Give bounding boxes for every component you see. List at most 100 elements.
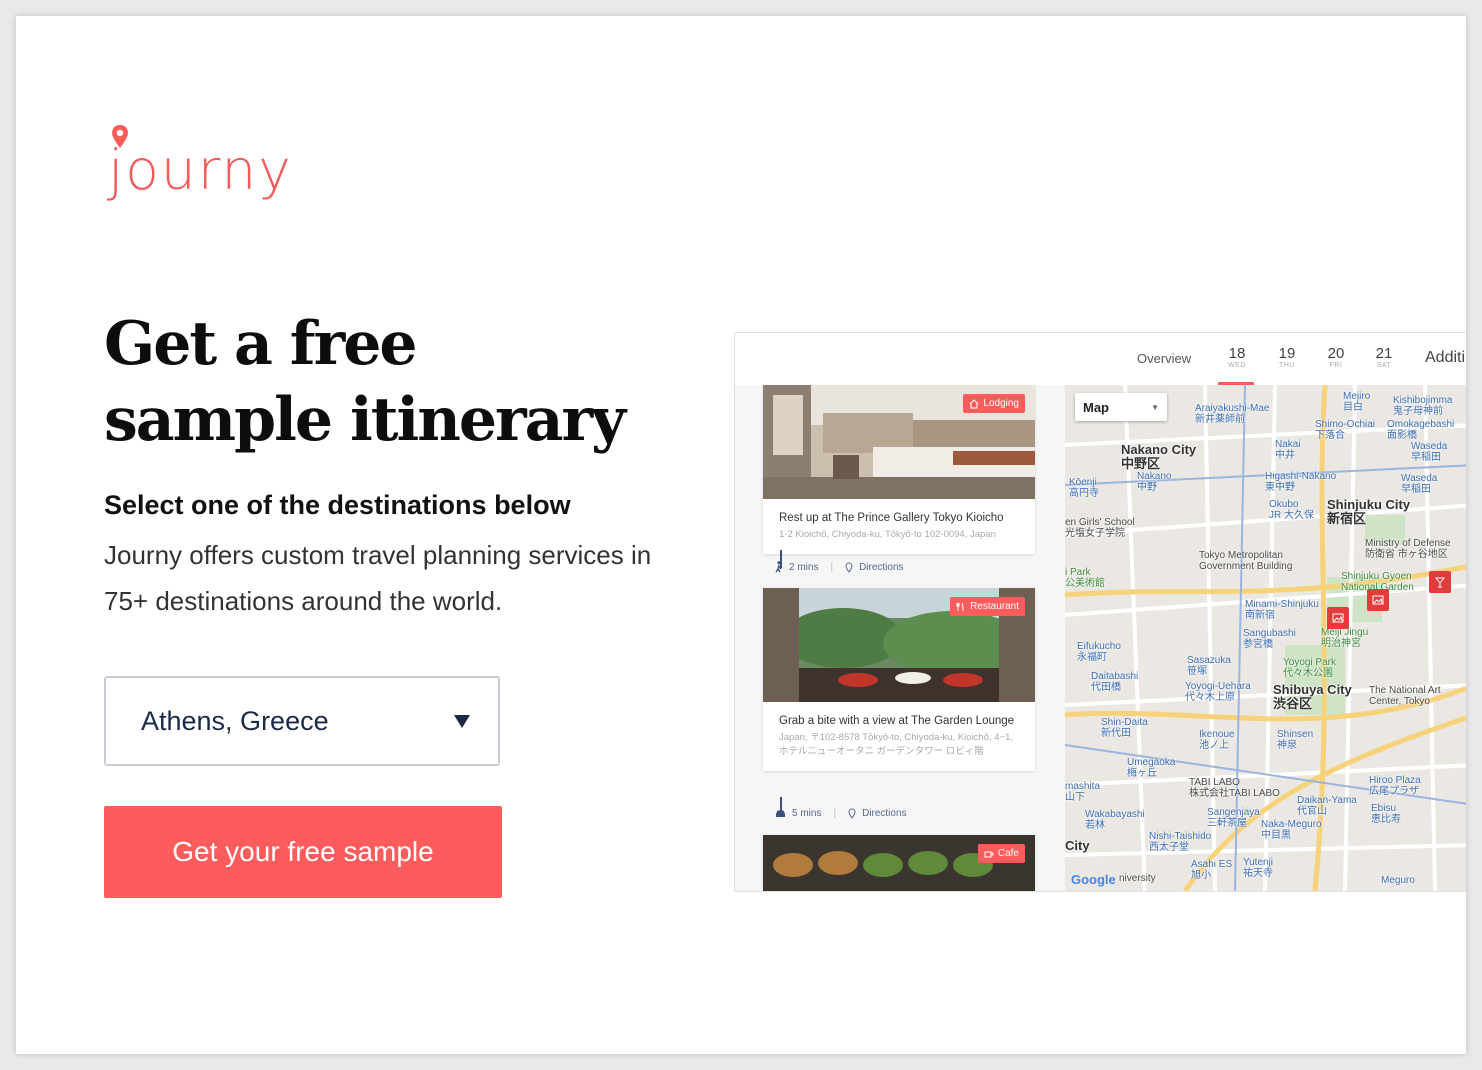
subheading: Select one of the destinations below — [104, 490, 571, 520]
itinerary-card-cafe[interactable]: Cafe — [763, 835, 1035, 891]
caret-down-icon — [454, 714, 470, 728]
map-label: Shibuya City 渋谷区 — [1273, 682, 1352, 711]
transit-row: 5 mins | Directions — [775, 808, 907, 819]
itinerary-card-restaurant[interactable]: Restaurant Grab a bite with a view at Th… — [763, 588, 1035, 771]
get-free-sample-button[interactable]: Get your free sample — [104, 806, 502, 898]
image-icon — [1372, 595, 1384, 605]
badge-label: Cafe — [997, 848, 1019, 859]
map-label: en Girls' School 光塩女子学院 — [1065, 517, 1135, 539]
cocktail-icon — [1434, 577, 1446, 588]
category-badge: Cafe — [977, 844, 1025, 863]
transit-time: 2 mins — [789, 561, 819, 573]
map-pin-icon — [845, 561, 853, 573]
map-label: Kōenji 高円寺 — [1069, 477, 1099, 499]
itinerary-preview: Overview 18 WED 19 THU 20 FRI 21 SAT Add… — [734, 332, 1466, 892]
map-marker-restaurant[interactable] — [1327, 607, 1349, 629]
map-label: Asahi ES 旭小 — [1191, 859, 1233, 881]
map-label: Minami-Shinjuku 南新宿 — [1245, 599, 1319, 621]
day-of-week: FRI — [1329, 362, 1343, 369]
map-label: Shin-Daita 新代田 — [1101, 717, 1148, 739]
journy-logo[interactable]: journy — [108, 122, 308, 222]
day-of-week: WED — [1228, 362, 1246, 369]
preview-tabbar: Overview 18 WED 19 THU 20 FRI 21 SAT Add… — [735, 333, 1466, 386]
map-label: Sangenjaya 三軒茶屋 — [1207, 807, 1260, 829]
home-icon — [970, 398, 979, 408]
day-of-week: THU — [1279, 362, 1295, 369]
logo-wordmark: journy — [108, 138, 293, 202]
map-label: Daitabashi 代田橋 — [1091, 671, 1139, 693]
map-label: Waseda 早稲田 — [1411, 441, 1448, 463]
map-label: Mejiro 目白 — [1343, 391, 1371, 413]
tab-day[interactable]: 20 FRI — [1316, 345, 1356, 369]
hotel-room-photo: Lodging — [763, 385, 1035, 499]
map-label: Higashi-Nakano 東中野 — [1265, 471, 1337, 493]
category-badge: Lodging — [963, 394, 1025, 413]
map-label: Shinjuku City 新宿区 — [1327, 497, 1411, 526]
map-label: Okubo JR 大久保 — [1269, 499, 1314, 521]
card-title: Grab a bite with a view at The Garden Lo… — [779, 715, 1015, 727]
tab-day[interactable]: 19 THU — [1267, 345, 1307, 369]
map-label: Meiji Jingu 明治神宮 — [1321, 627, 1369, 649]
garden-lounge-photo: Restaurant — [763, 588, 1035, 702]
day-of-week: SAT — [1376, 362, 1392, 369]
map-marker-bar[interactable] — [1429, 571, 1451, 593]
directions-link[interactable]: Directions — [862, 808, 906, 819]
headline-line-1: Get a free — [104, 309, 418, 379]
category-badge: Restaurant — [950, 597, 1025, 616]
map-label: Waseda 早稲田 — [1401, 473, 1438, 495]
tab-additional[interactable]: Additi — [1425, 349, 1465, 367]
page-card: journy Get a free sample itinerary Selec… — [16, 16, 1466, 1054]
badge-label: Restaurant — [970, 601, 1019, 612]
description: Journy offers custom travel planning ser… — [104, 540, 652, 616]
tab-day[interactable]: 21 SAT — [1364, 345, 1404, 369]
map-label: Meguro — [1381, 875, 1415, 886]
map-label: Eifukucho 永福町 — [1077, 641, 1121, 663]
transit-time: 5 mins — [792, 808, 822, 819]
map-label: mashita 山下 — [1065, 781, 1101, 803]
cafe-photo: Cafe — [763, 835, 1035, 891]
coffee-cup-icon — [984, 851, 994, 857]
map-label: Nakano City 中野区 — [1121, 442, 1197, 471]
caret-down-icon: ▼ — [1151, 402, 1159, 412]
itinerary-list: Lodging Rest up at The Prince Gallery To… — [735, 385, 1065, 891]
car-icon — [776, 810, 785, 817]
day-number: 18 — [1228, 345, 1246, 362]
map-marker-lodging[interactable] — [1367, 589, 1389, 611]
map-label: Daikan-Yama 代官山 — [1297, 795, 1357, 817]
image-icon — [1332, 613, 1344, 623]
map-label: Tokyo Metropolitan Government Building — [1199, 550, 1293, 572]
map-label: Wakabayashi 若林 — [1085, 809, 1145, 831]
card-title: Rest up at The Prince Gallery Tokyo Kioi… — [779, 512, 1004, 524]
badge-label: Lodging — [983, 398, 1019, 409]
destination-select[interactable]: Athens, Greece — [104, 676, 500, 766]
map-pin-icon — [848, 808, 856, 819]
map-label: Umegaoka 梅ヶ丘 — [1127, 757, 1176, 779]
map-label: Sasazuka 笹塚 — [1187, 655, 1231, 677]
directions-link[interactable]: Directions — [859, 562, 903, 573]
page-headline: Get a free sample itinerary — [104, 306, 664, 458]
map-label: Nishi-Taishido 西太子堂 — [1149, 831, 1212, 853]
day-number: 21 — [1375, 345, 1393, 362]
walk-icon — [775, 561, 782, 573]
card-address: Japan, 〒102-8578 Tōkyō-to, Chiyoda-ku, K… — [779, 732, 1014, 757]
fork-knife-icon — [956, 602, 964, 611]
map-label: Yoyogi-Uehara 代々木上原 — [1185, 681, 1251, 703]
destination-select-value: Athens, Greece — [141, 705, 329, 736]
map-type-value: Map — [1083, 399, 1109, 415]
day-number: 19 — [1278, 345, 1296, 362]
map-label: Naka-Meguro 中目黒 — [1261, 819, 1322, 841]
map-label: Araiyakushi-Mae 新井薬師前 — [1195, 403, 1270, 425]
separator: | — [833, 808, 837, 819]
tab-day[interactable]: 18 WED — [1217, 345, 1257, 369]
map-label: City — [1065, 838, 1090, 853]
map-label: niversity — [1119, 873, 1156, 884]
map-label: Ikenoue 池ノ上 — [1199, 729, 1235, 751]
itinerary-card-lodging[interactable]: Lodging Rest up at The Prince Gallery To… — [763, 385, 1035, 554]
map-label: Omokagebashi 面影橋 — [1387, 419, 1455, 441]
tab-overview[interactable]: Overview — [1137, 351, 1191, 366]
map-panel[interactable]: Map ▼ Nakano City 中野区 Shinjuku City 新宿区 Sh… — [1065, 385, 1466, 891]
map-label: Ministry of Defense 防衛省 市ヶ谷地区 — [1365, 538, 1451, 560]
map-label: Sangubashi 参宮橋 — [1243, 628, 1296, 650]
map-label: The National Art Center, Tokyo — [1369, 685, 1441, 707]
map-type-select[interactable]: Map ▼ — [1075, 393, 1167, 421]
